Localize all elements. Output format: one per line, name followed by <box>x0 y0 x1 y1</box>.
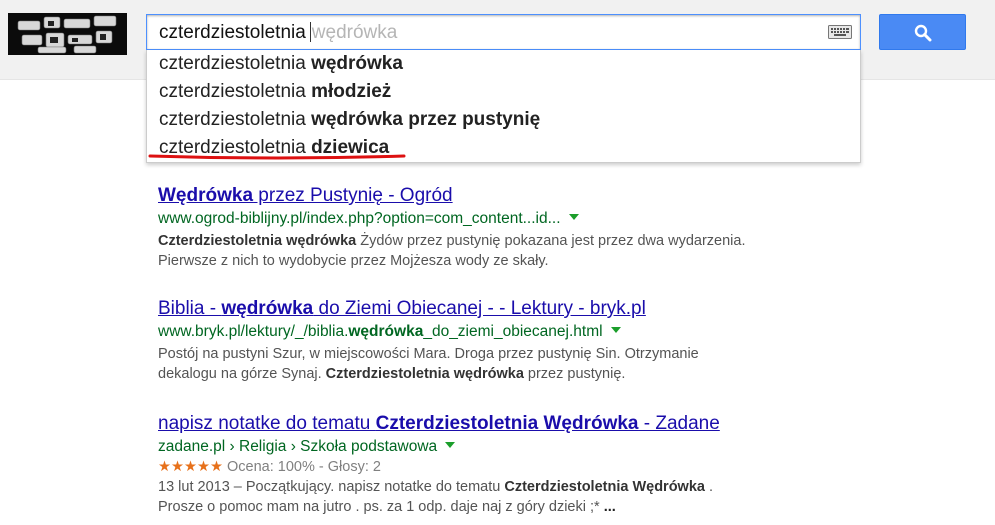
snippet-line: Pierwsze z nich to wydobycie przez Mojże… <box>158 253 549 269</box>
result-url: zadane.pl › Religia › Szkoła podstawowa <box>158 438 958 456</box>
url-text: www.bryk.pl/lektury/_/biblia. <box>158 323 349 340</box>
snippet-highlight: Czterdziestoletnia wędrówka <box>158 233 357 249</box>
dropdown-arrow-icon[interactable] <box>610 327 621 333</box>
dropdown-arrow-icon[interactable] <box>568 214 579 220</box>
url-text: _do_ziemi_obiecanej.html <box>423 323 603 340</box>
title-text: - Zadane <box>638 413 720 434</box>
snippet-text: . <box>704 479 714 495</box>
red-underline-annotation <box>148 154 406 160</box>
suggestion-prefix: czterdziestoletnia <box>159 53 306 74</box>
snippet-ellipsis: ... <box>603 499 616 515</box>
result-url: www.bryk.pl/lektury/_/biblia.wędrówka_do… <box>158 323 958 341</box>
logo-doodle[interactable] <box>8 13 127 55</box>
result-snippet: 13 lut 2013 – Początkujący. napisz notat… <box>158 477 958 517</box>
result-url: www.ogrod-biblijny.pl/index.php?option=c… <box>158 210 958 228</box>
title-text: do Ziemi Obiecanej - - Lektury - bryk.pl <box>313 298 646 319</box>
suggestion-completion: wędrówka przez pustynię <box>311 109 541 130</box>
snippet-text: Żydów przez pustynię pokazana jest przez… <box>356 233 746 249</box>
search-query[interactable]: czterdziestoletnia wędrówka <box>159 22 397 44</box>
search-input[interactable]: czterdziestoletnia wędrówka <box>146 14 861 50</box>
search-result: napisz notatke do tematu Czterdziestolet… <box>158 413 958 517</box>
text-caret <box>309 22 311 42</box>
breadcrumb[interactable]: zadane.pl › Religia › Szkoła podstawowa <box>158 438 437 455</box>
snippet-line: Prosze o pomoc mam na jutro . ps. za 1 o… <box>158 497 958 517</box>
url-highlight: wędrówka <box>348 323 424 340</box>
snippet-text: 13 lut 2013 – Początkujący. napisz notat… <box>158 479 505 495</box>
dropdown-arrow-icon[interactable] <box>445 442 456 448</box>
search-icon <box>914 24 932 42</box>
suggestion-item[interactable]: czterdziestoletnia młodzież <box>159 81 391 103</box>
query-autocomplete-hint: wędrówka <box>311 22 398 43</box>
result-title-link[interactable]: Biblia - wędrówka do Ziemi Obiecanej - -… <box>158 298 958 320</box>
suggestion-item[interactable]: czterdziestoletnia wędrówka przez pustyn… <box>159 109 540 131</box>
snippet-line: dekalogu na górze Synaj. Czterdziestolet… <box>158 364 958 384</box>
snippet-line: Czterdziestoletnia wędrówka Żydów przez … <box>158 231 958 251</box>
suggestion-completion: wędrówka <box>311 53 403 74</box>
title-text: napisz notatke do tematu <box>158 413 376 434</box>
result-title-link[interactable]: Wędrówka przez Pustynię - Ogród <box>158 185 958 207</box>
suggestion-item[interactable]: czterdziestoletnia wędrówka <box>159 53 403 75</box>
star-rating-icon: ★★★★★ <box>158 459 223 475</box>
rating-text: Ocena: 100% - Głosy: 2 <box>227 459 381 475</box>
suggestion-completion: młodzież <box>311 81 392 102</box>
snippet-text: przez pustynię. <box>523 366 626 382</box>
keyboard-icon[interactable] <box>828 25 852 39</box>
result-rating: ★★★★★ Ocena: 100% - Głosy: 2 <box>158 459 958 475</box>
search-button[interactable] <box>879 14 966 50</box>
snippet-text: Prosze o pomoc mam na jutro . ps. za 1 o… <box>158 499 604 515</box>
title-highlight: wędrówka <box>221 298 314 319</box>
result-snippet: Czterdziestoletnia wędrówka Żydów przez … <box>158 231 958 271</box>
query-typed-text: czterdziestoletnia <box>159 22 306 43</box>
result-snippet: Postój na pustyni Szur, w miejscowości M… <box>158 344 958 384</box>
result-title-link[interactable]: napisz notatke do tematu Czterdziestolet… <box>158 413 958 435</box>
suggestion-prefix: czterdziestoletnia <box>159 109 306 130</box>
snippet-highlight: Czterdziestoletnia Wędrówka <box>504 479 705 495</box>
snippet-line: 13 lut 2013 – Początkujący. napisz notat… <box>158 477 958 497</box>
title-text: przez Pustynię - Ogród <box>253 185 453 206</box>
suggestion-prefix: czterdziestoletnia <box>159 81 306 102</box>
snippet-line: Postój na pustyni Szur, w miejscowości M… <box>158 346 699 362</box>
title-highlight: Czterdziestoletnia Wędrówka <box>375 413 639 434</box>
snippet-text: dekalogu na górze Synaj. <box>158 366 326 382</box>
title-highlight: Wędrówka <box>158 185 254 206</box>
snippet-highlight: Czterdziestoletnia wędrówka <box>325 366 524 382</box>
autocomplete-dropdown: czterdziestoletnia wędrówka czterdziesto… <box>146 50 861 163</box>
search-result: Biblia - wędrówka do Ziemi Obiecanej - -… <box>158 298 958 384</box>
url-text: www.ogrod-biblijny.pl/index.php?option=c… <box>158 210 561 227</box>
search-result: Wędrówka przez Pustynię - Ogród www.ogro… <box>158 185 958 271</box>
title-text: Biblia - <box>158 298 222 319</box>
